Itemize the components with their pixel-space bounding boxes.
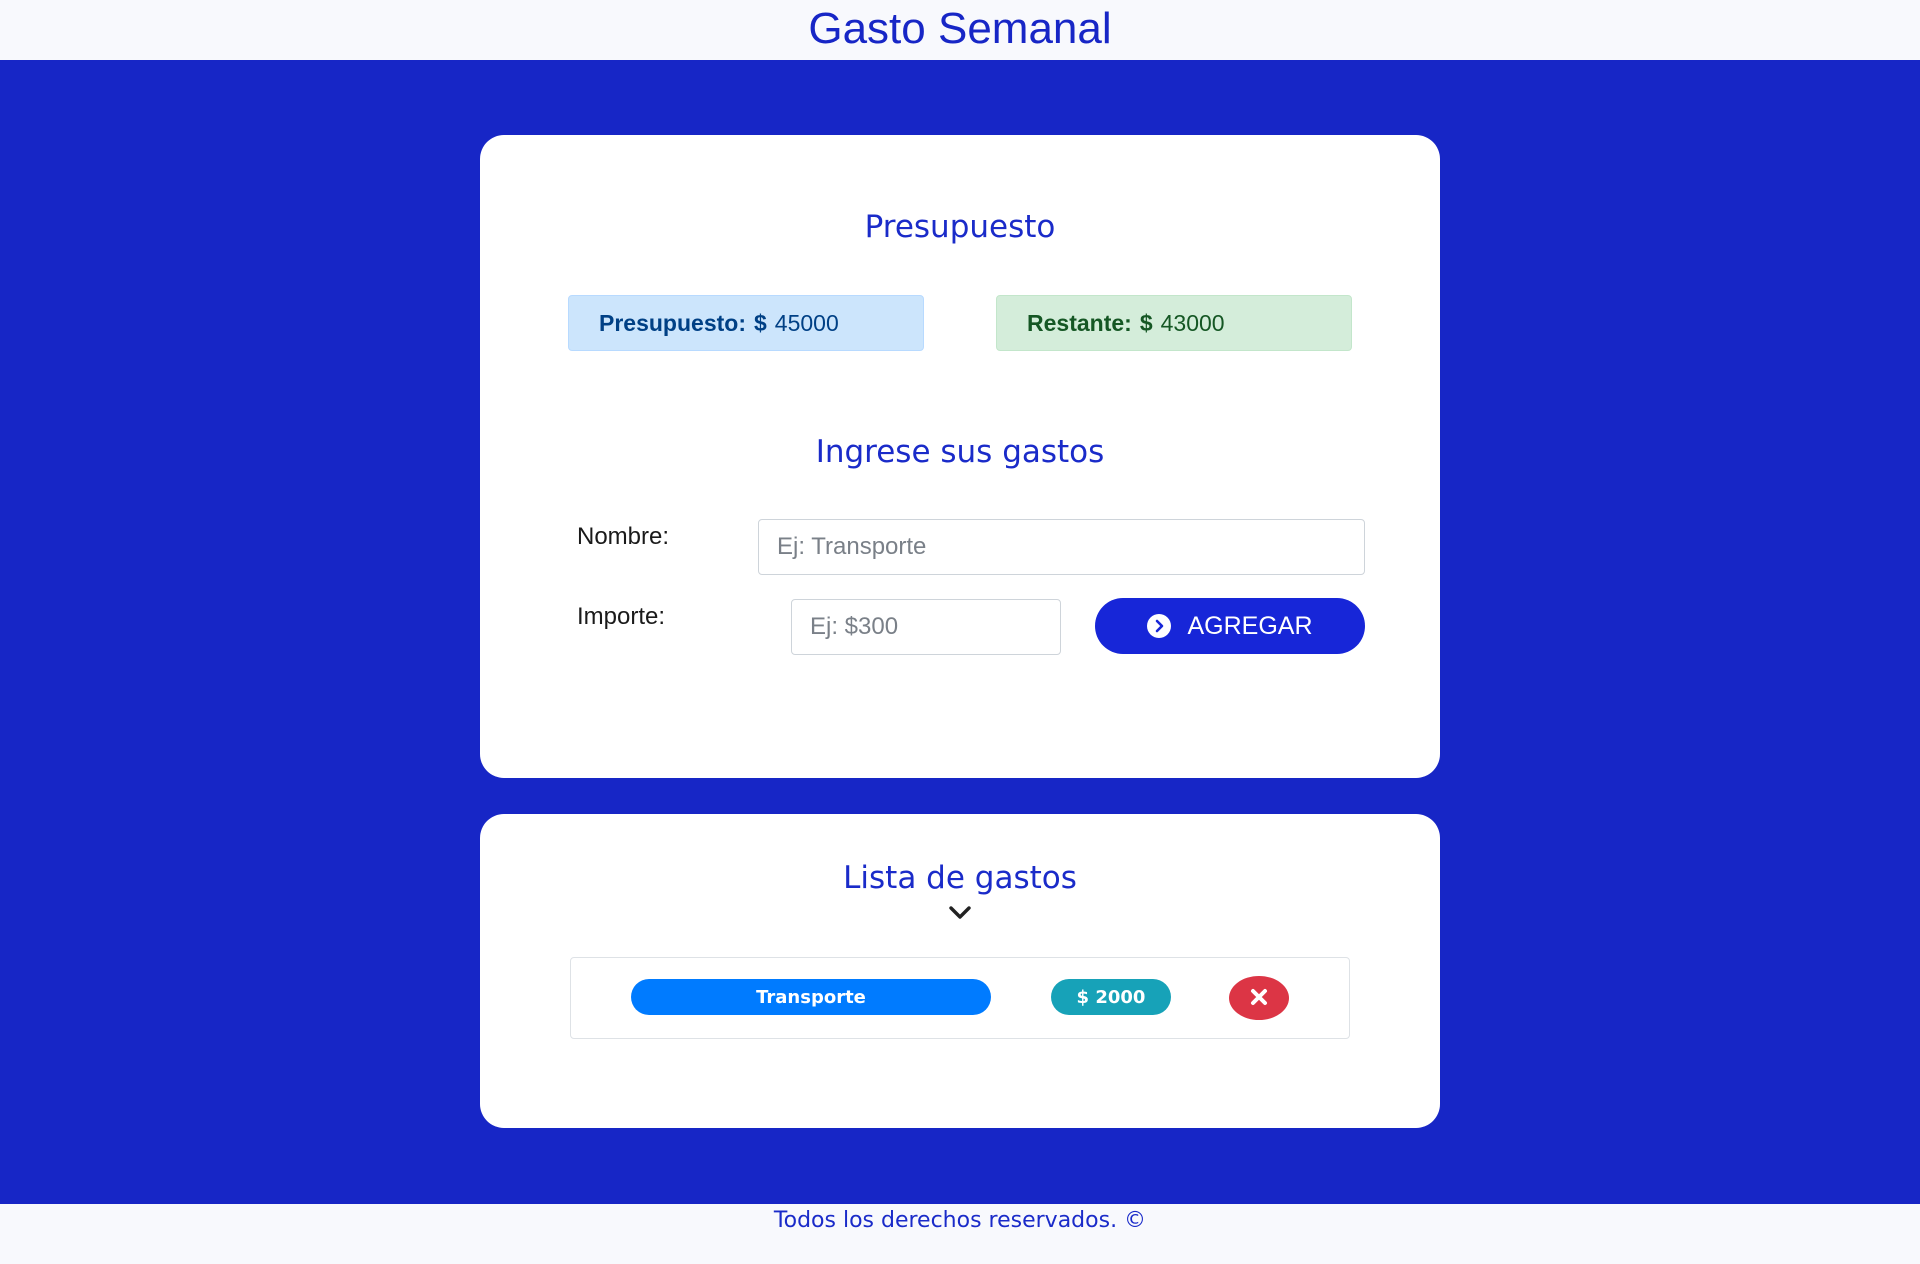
expense-list-title: Lista de gastos	[843, 860, 1077, 896]
app-title: Gasto Semanal	[808, 4, 1112, 53]
name-label: Nombre:	[577, 523, 670, 550]
footer: Todos los derechos reservados. ©	[0, 1204, 1920, 1264]
budget-alert: Presupuesto: $ 45000	[568, 295, 924, 351]
expense-list-card: Lista de gastos Transporte $ 2000	[480, 814, 1440, 1128]
chevron-right-circle-icon	[1147, 614, 1172, 638]
expense-amount-badge: $ 2000	[1051, 979, 1171, 1015]
add-button-label: AGREGAR	[1187, 611, 1313, 640]
remaining-value: 43000	[1160, 309, 1225, 336]
budget-currency: $	[753, 309, 767, 336]
budget-section-title: Presupuesto	[864, 209, 1056, 245]
expense-name-badge: Transporte	[631, 979, 991, 1015]
form-section-title: Ingrese sus gastos	[815, 434, 1105, 470]
budget-label: Presupuesto:	[599, 309, 746, 336]
footer-text: Todos los derechos reservados. ©	[773, 1208, 1147, 1233]
amount-label: Importe:	[577, 603, 666, 630]
budget-value: 45000	[774, 309, 839, 336]
delete-expense-button[interactable]	[1229, 976, 1289, 1020]
top-bar: Gasto Semanal	[0, 0, 1920, 60]
remaining-alert: Restante: $ 43000	[996, 295, 1352, 351]
remaining-currency: $	[1139, 309, 1153, 336]
add-button[interactable]: AGREGAR	[1095, 598, 1365, 654]
close-icon	[1250, 988, 1268, 1009]
name-input[interactable]	[758, 519, 1365, 575]
budget-card: Presupuesto Presupuesto: $ 45000 Restant…	[480, 135, 1440, 778]
chevron-down-icon[interactable]	[949, 906, 971, 920]
list-item: Transporte $ 2000	[570, 957, 1350, 1039]
remaining-label: Restante:	[1027, 309, 1132, 336]
amount-input[interactable]	[791, 599, 1061, 655]
